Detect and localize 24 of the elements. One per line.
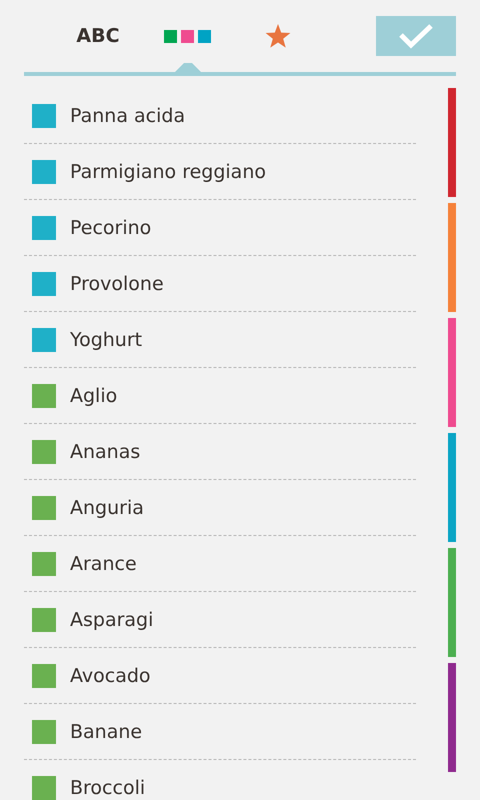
category-index-bar[interactable] [448,88,456,197]
list-item[interactable]: Provolone [24,256,416,312]
checkmark-icon [398,23,434,49]
list-item[interactable]: Banane [24,704,416,760]
list-item[interactable]: Avocado [24,648,416,704]
list-item[interactable]: Parmigiano reggiano [24,144,416,200]
list-item[interactable]: Yoghurt [24,312,416,368]
list-item[interactable]: Anguria [24,480,416,536]
list-item[interactable]: Aglio [24,368,416,424]
category-index-bar[interactable] [448,548,456,657]
list-item[interactable]: Pecorino [24,200,416,256]
list-item[interactable]: Arance [24,536,416,592]
list-item[interactable]: Ananas [24,424,416,480]
category-index-bar[interactable] [448,318,456,427]
abc-tab[interactable]: ABC [53,16,143,72]
list-item[interactable]: Panna acida [24,88,416,144]
list-item[interactable]: Asparagi [24,592,416,648]
star-icon [265,24,291,48]
confirm-button[interactable] [376,16,456,56]
color-squares-icon [164,30,212,42]
category-index-bar[interactable] [448,663,456,772]
category-index-bar[interactable] [448,433,456,542]
category-index-bar[interactable] [448,203,456,312]
list-item[interactable]: Broccoli [24,760,416,800]
